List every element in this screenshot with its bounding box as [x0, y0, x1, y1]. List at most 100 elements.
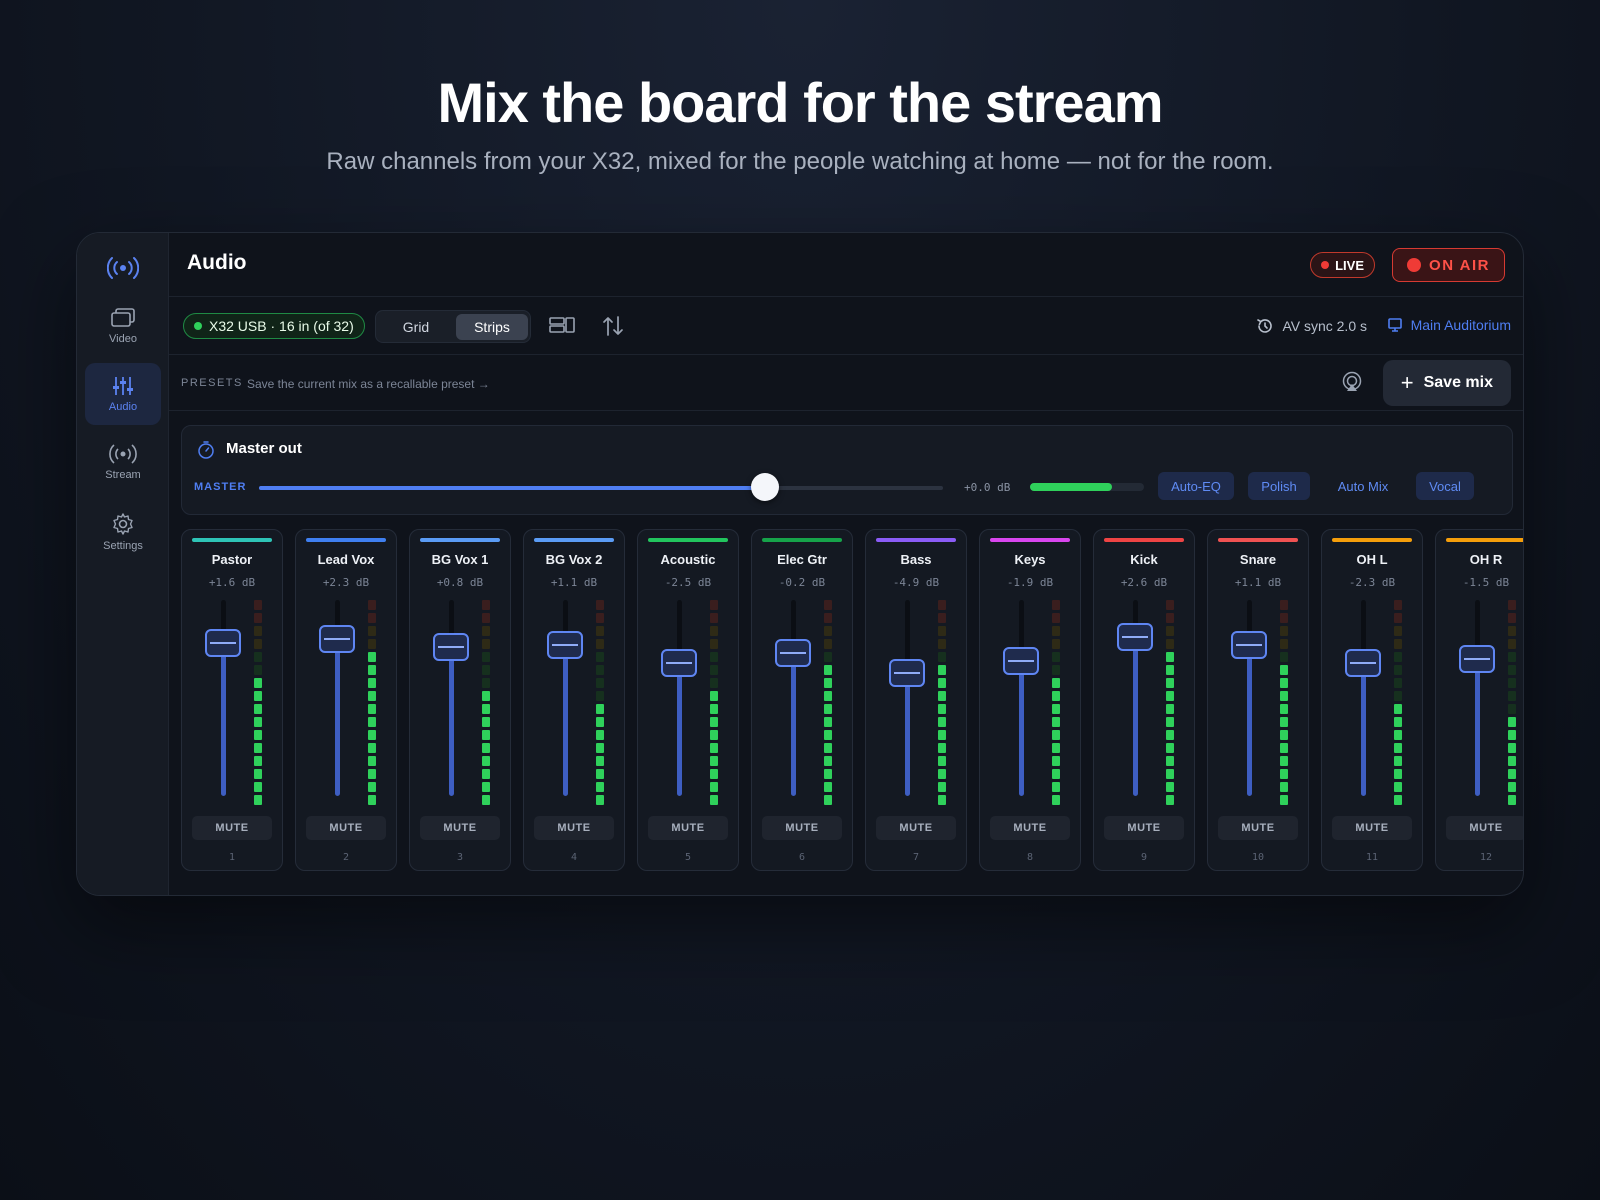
av-sync-readout[interactable]: AV sync 2.0 s	[1256, 317, 1367, 335]
presets-hint[interactable]: Save the current mix as a recallable pre…	[247, 377, 490, 391]
channel-fader-cap[interactable]	[1231, 631, 1267, 659]
channel-strip: Kick +2.6 dB MUTE 9	[1093, 529, 1195, 871]
channel-fader-cap[interactable]	[1117, 623, 1153, 651]
meter-segment	[1052, 691, 1060, 701]
save-mix-button[interactable]: + Save mix	[1382, 360, 1511, 406]
mute-button[interactable]: MUTE	[1332, 816, 1412, 840]
channel-fader-track[interactable]	[791, 600, 796, 796]
meter-segment	[1052, 639, 1060, 649]
meter-segment	[254, 639, 262, 649]
live-badge: LIVE	[1310, 252, 1375, 278]
channel-fader-cap[interactable]	[1459, 645, 1495, 673]
channel-fader-cap[interactable]	[433, 633, 469, 661]
mute-button[interactable]: MUTE	[1218, 816, 1298, 840]
mute-button[interactable]: MUTE	[990, 816, 1070, 840]
mute-button[interactable]: MUTE	[648, 816, 728, 840]
mute-button[interactable]: MUTE	[306, 816, 386, 840]
mute-button[interactable]: MUTE	[876, 816, 956, 840]
sidebar-item-audio[interactable]: Audio	[85, 363, 161, 425]
channel-name[interactable]: BG Vox 1	[410, 552, 510, 567]
meter-segment	[824, 704, 832, 714]
sidebar-item-stream[interactable]: Stream	[85, 431, 161, 493]
channel-db-readout: +0.8 dB	[436, 576, 484, 589]
meter-segment	[368, 717, 376, 727]
channel-name[interactable]: Keys	[980, 552, 1080, 567]
meter-segment	[254, 743, 262, 753]
channel-fader-cap[interactable]	[205, 629, 241, 657]
mute-button[interactable]: MUTE	[420, 816, 500, 840]
meter-segment	[1280, 717, 1288, 727]
channel-level-meter	[596, 600, 604, 806]
sort-icon[interactable]	[601, 315, 625, 337]
meter-segment	[1052, 704, 1060, 714]
gear-icon	[113, 513, 133, 535]
channel-level-meter	[1166, 600, 1174, 806]
layout-icon[interactable]	[549, 315, 575, 335]
channel-fader-cap[interactable]	[661, 649, 697, 677]
channel-name[interactable]: OH R	[1436, 552, 1523, 567]
channel-name[interactable]: Lead Vox	[296, 552, 396, 567]
mute-button[interactable]: MUTE	[1446, 816, 1523, 840]
mute-button[interactable]: MUTE	[192, 816, 272, 840]
meter-segment	[1394, 730, 1402, 740]
channel-name[interactable]: Snare	[1208, 552, 1308, 567]
channel-number: 10	[1251, 852, 1265, 863]
mute-button[interactable]: MUTE	[1104, 816, 1184, 840]
sidebar-item-video[interactable]: Video	[85, 295, 161, 357]
channel-name[interactable]: Elec Gtr	[752, 552, 852, 567]
polish-chip[interactable]: Polish	[1248, 472, 1310, 500]
plus-icon: +	[1400, 370, 1414, 395]
meter-segment	[254, 678, 262, 688]
page-title: Audio	[187, 251, 247, 274]
channel-name[interactable]: Bass	[866, 552, 966, 567]
sidebar-item-settings[interactable]: Settings	[85, 501, 161, 563]
room-selector[interactable]: Main Auditorium	[1387, 317, 1511, 333]
channel-name[interactable]: BG Vox 2	[524, 552, 624, 567]
mute-button[interactable]: MUTE	[762, 816, 842, 840]
channel-fader-cap[interactable]	[1345, 649, 1381, 677]
meter-segment	[824, 782, 832, 792]
channel-number: 1	[228, 852, 236, 863]
channel-fader-cap[interactable]	[319, 625, 355, 653]
vocal-chip[interactable]: Vocal	[1416, 472, 1474, 500]
airplay-icon[interactable]	[1341, 371, 1363, 393]
view-grid-button[interactable]: Grid	[380, 314, 452, 340]
app-window: Video Audio Stream Settings Audio LIVE O…	[76, 232, 1524, 896]
channel-fader-cap[interactable]	[1003, 647, 1039, 675]
auto-mix-chip[interactable]: Auto Mix	[1324, 472, 1402, 500]
channel-number: 5	[684, 852, 692, 863]
channel-name[interactable]: Acoustic	[638, 552, 738, 567]
channel-fader-fill	[1247, 645, 1252, 796]
meter-segment	[1508, 639, 1516, 649]
on-air-button[interactable]: ON AIR	[1392, 248, 1505, 282]
meter-segment	[596, 665, 604, 675]
mute-button[interactable]: MUTE	[534, 816, 614, 840]
sidebar-item-label: Stream	[105, 469, 141, 481]
channel-name[interactable]: OH L	[1322, 552, 1422, 567]
auto-eq-chip[interactable]: Auto-EQ	[1158, 472, 1234, 500]
channel-fader-track[interactable]	[1247, 600, 1252, 796]
channel-fader-track[interactable]	[905, 600, 910, 796]
source-pill[interactable]: X32 USB · 16 in (of 32)	[183, 313, 365, 339]
channel-fader-cap[interactable]	[889, 659, 925, 687]
master-fader-knob[interactable]	[751, 473, 780, 501]
meter-segment	[1508, 665, 1516, 675]
channel-number: 2	[342, 852, 350, 863]
channel-color-bar	[1104, 538, 1184, 542]
channel-name[interactable]: Pastor	[182, 552, 282, 567]
channel-fader-track[interactable]	[563, 600, 568, 796]
view-strips-button[interactable]: Strips	[456, 314, 528, 340]
channel-strip: BG Vox 2 +1.1 dB MUTE 4	[523, 529, 625, 871]
meter-segment	[824, 665, 832, 675]
channel-fader-cap[interactable]	[775, 639, 811, 667]
record-dot-icon	[1407, 258, 1422, 272]
channel-fader-track[interactable]	[1475, 600, 1480, 796]
channel-name[interactable]: Kick	[1094, 552, 1194, 567]
master-fader-track[interactable]	[259, 473, 943, 501]
channel-fader-fill	[1019, 661, 1024, 796]
channel-fader-track[interactable]	[677, 600, 682, 796]
channel-fader-track[interactable]	[1361, 600, 1366, 796]
channel-fader-track[interactable]	[1019, 600, 1024, 796]
channel-fader-track[interactable]	[449, 600, 454, 796]
channel-fader-cap[interactable]	[547, 631, 583, 659]
